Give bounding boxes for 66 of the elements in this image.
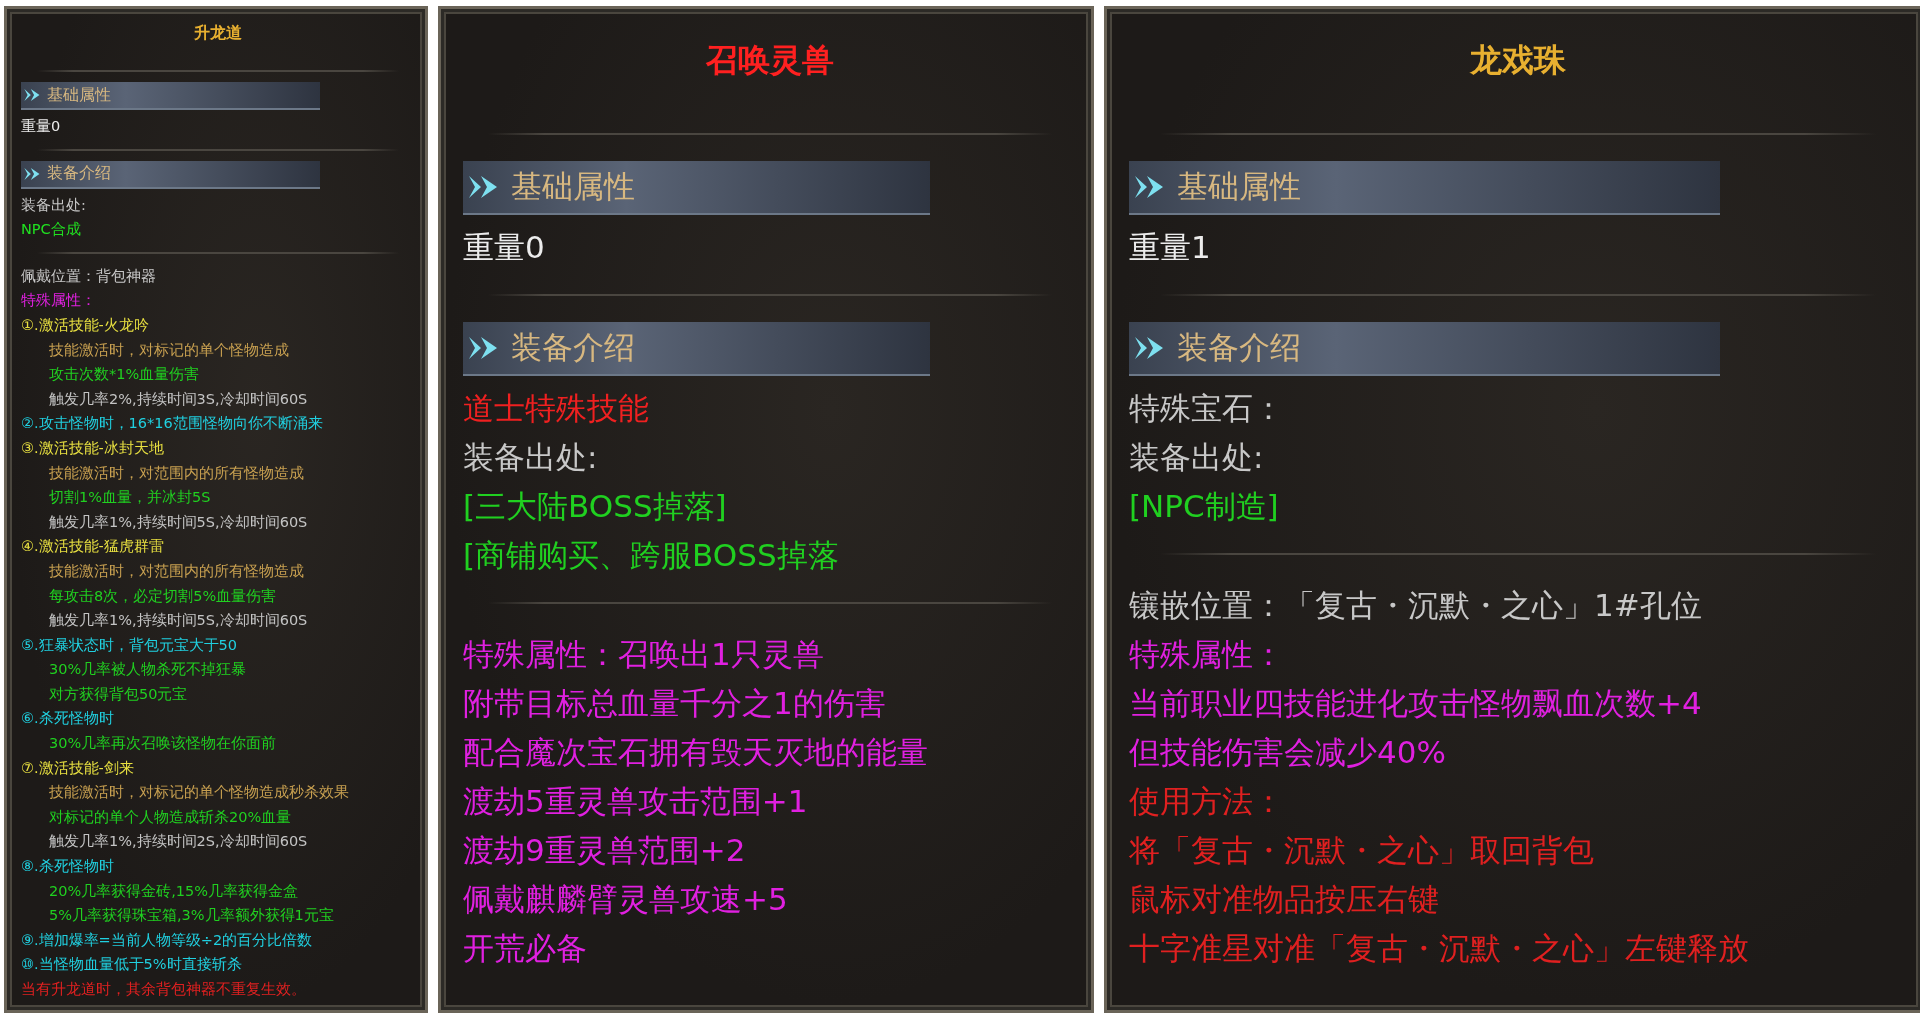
tooltip-line: 20%几率获得金砖,15%几率获得金盒 <box>48 881 300 901</box>
tooltip-line: 每攻击8次，必定切割5%血量伤害 <box>48 586 278 606</box>
tooltip-line: 特殊属性：召唤出1只灵兽 <box>463 635 825 674</box>
section-title: 装备介绍 <box>47 163 111 185</box>
tooltip-line: ④.激活技能-猛虎群雷 <box>21 537 165 557</box>
section-title: 基础属性 <box>47 84 111 106</box>
tooltip-line: 装备出处: <box>463 438 599 477</box>
tooltip-line: 开荒必备 <box>463 929 588 968</box>
tooltip-line: 技能激活时，对标记的单个怪物造成 <box>48 340 290 360</box>
tooltip-line: 十字准星对准「复古・沉默・之心」左键释放 <box>1129 929 1750 968</box>
tooltip-line: 道士特殊技能 <box>463 389 650 428</box>
tooltip-line: 技能激活时，对范围内的所有怪物造成 <box>48 463 305 483</box>
tooltip-line: 佩戴麒麟臂灵兽攻速+5 <box>463 880 789 919</box>
tooltip-line: 特殊宝石： <box>1129 389 1285 428</box>
tooltip-line: ⑥.杀死怪物时 <box>21 709 115 729</box>
tooltip-line: ⑤.狂暴状态时，背包元宝大于50 <box>21 635 239 655</box>
tooltip-line: 触发几率2%,持续时间3S,冷却时间60S <box>48 389 309 409</box>
tooltip-line: 触发几率1%,持续时间2S,冷却时间60S <box>48 832 309 852</box>
tooltip-line: ⑩.当怪物血量低于5%时直接斩杀 <box>21 955 243 975</box>
tooltip-line: 切割1%血量，并冰封5S <box>48 488 212 508</box>
section-title: 装备介绍 <box>511 328 635 367</box>
tooltip-line: ⑦.激活技能-剑来 <box>21 758 135 778</box>
tooltip-line: ⑧.杀死怪物时 <box>21 857 115 877</box>
tooltip-line: 触发几率1%,持续时间5S,冷却时间60S <box>48 611 309 631</box>
tooltip-line: 渡劫9重灵兽范围+2 <box>463 831 747 870</box>
tooltip-line: 重量0 <box>463 228 546 267</box>
tooltip-line: 5%几率获得珠宝箱,3%几率额外获得1元宝 <box>48 906 335 926</box>
tooltip-line: 重量1 <box>1129 228 1212 267</box>
item-name: 召唤灵兽 <box>705 40 835 81</box>
tooltip-line: 30%几率再次召唤该怪物在你面前 <box>48 734 278 754</box>
tooltip-line: ③.激活技能-冰封天地 <box>21 438 165 458</box>
tooltip-line: 当前职业四技能进化攻击怪物飘血次数+4 <box>1129 684 1703 723</box>
tooltip-line: ⑨.增加爆率=当前人物等级÷2的百分比倍数 <box>21 930 314 950</box>
tooltip-line: 装备出处: <box>1129 438 1265 477</box>
tooltip-line: 对标记的单个人物造成斩杀20%血量 <box>48 807 293 827</box>
tooltip-line: 当有升龙道时，其余背包神器不重复生效。 <box>21 980 307 999</box>
tooltip-line: [商铺购买、跨服BOSS掉落 <box>463 536 840 575</box>
tooltip-line: 特殊属性： <box>21 291 97 311</box>
tooltip-line: 配合魔次宝石拥有毁天灭地的能量 <box>463 733 929 772</box>
tooltip-line: 30%几率被人物杀死不掉狂暴 <box>48 660 248 680</box>
tooltip-line: 触发几率1%,持续时间5S,冷却时间60S <box>48 512 309 532</box>
tooltip-line: 装备出处: <box>21 195 87 215</box>
tooltip-line: ①.激活技能-火龙吟 <box>21 315 150 335</box>
tooltip-line: 将「复古・沉默・之心」取回背包 <box>1129 831 1595 870</box>
item-name: 龙戏珠 <box>1469 40 1567 81</box>
section-title: 基础属性 <box>511 167 635 206</box>
tooltip-line: 佩戴位置：背包神器 <box>21 266 157 286</box>
tooltip-line: [三大陆BOSS掉落] <box>463 487 728 526</box>
section-title: 基础属性 <box>1177 167 1301 206</box>
tooltip-line: 技能激活时，对标记的单个怪物造成秒杀效果 <box>48 783 350 803</box>
tooltip-line: 但技能伤害会减少40% <box>1129 733 1447 772</box>
tooltip-line: 渡劫5重灵兽攻击范围+1 <box>463 782 809 821</box>
section-title: 装备介绍 <box>1177 328 1301 367</box>
tooltip-line: 对方获得背包50元宝 <box>48 684 189 704</box>
tooltip-line: 重量0 <box>21 117 62 136</box>
tooltip-line: 镶嵌位置：「复古・沉默・之心」1#孔位 <box>1129 586 1703 625</box>
tooltip-line: 鼠标对准物品按压右键 <box>1129 880 1440 919</box>
tooltip-line: NPC合成 <box>21 220 82 240</box>
tooltip-line: 使用方法： <box>1129 782 1285 821</box>
tooltip-line: 技能激活时，对范围内的所有怪物造成 <box>48 561 305 581</box>
tooltip-line: [NPC制造] <box>1129 487 1280 526</box>
tooltip-line: 攻击次数*1%血量伤害 <box>48 365 201 385</box>
tooltip-line: ②.攻击怪物时，16*16范围怪物向你不断涌来 <box>21 414 324 434</box>
item-name: 升龙道 <box>193 23 243 44</box>
tooltip-line: 附带目标总血量千分之1的伤害 <box>463 684 887 723</box>
tooltip-line: 特殊属性： <box>1129 635 1285 674</box>
